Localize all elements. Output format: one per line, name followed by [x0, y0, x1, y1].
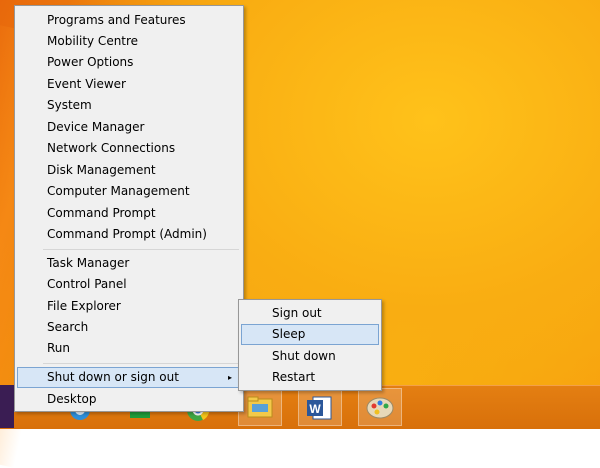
menu-item-system[interactable]: System: [17, 95, 241, 116]
word-icon[interactable]: W: [298, 388, 342, 426]
menu-separator: [43, 249, 239, 250]
windows-start-icon[interactable]: [0, 385, 14, 428]
menu-separator: [43, 363, 239, 364]
menu-item-run[interactable]: Run: [17, 338, 241, 359]
menu-item-task-manager[interactable]: Task Manager: [17, 253, 241, 274]
shut-down-submenu: Sign out Sleep Shut down Restart: [238, 299, 382, 391]
menu-item-file-explorer[interactable]: File Explorer: [17, 296, 241, 317]
submenu-item-restart[interactable]: Restart: [241, 367, 379, 388]
menu-item-shut-down-or-sign-out[interactable]: Shut down or sign out ▸: [17, 367, 241, 388]
menu-item-event-viewer[interactable]: Event Viewer: [17, 74, 241, 95]
submenu-item-shut-down[interactable]: Shut down: [241, 346, 379, 367]
menu-item-command-prompt-admin[interactable]: Command Prompt (Admin): [17, 224, 241, 245]
menu-item-disk-management[interactable]: Disk Management: [17, 160, 241, 181]
submenu-item-sign-out[interactable]: Sign out: [241, 303, 379, 324]
file-explorer-icon[interactable]: [238, 388, 282, 426]
word-letter: W: [309, 402, 321, 416]
paint-icon[interactable]: [358, 388, 402, 426]
menu-item-desktop[interactable]: Desktop: [17, 389, 241, 410]
menu-item-computer-management[interactable]: Computer Management: [17, 181, 241, 202]
winx-context-menu: Programs and Features Mobility Centre Po…: [14, 5, 244, 412]
menu-item-device-manager[interactable]: Device Manager: [17, 117, 241, 138]
menu-item-programs-and-features[interactable]: Programs and Features: [17, 10, 241, 31]
submenu-arrow-icon: ▸: [227, 373, 232, 382]
menu-item-network-connections[interactable]: Network Connections: [17, 138, 241, 159]
menu-item-power-options[interactable]: Power Options: [17, 52, 241, 73]
menu-item-search[interactable]: Search: [17, 317, 241, 338]
menu-item-control-panel[interactable]: Control Panel: [17, 274, 241, 295]
menu-item-mobility-centre[interactable]: Mobility Centre: [17, 31, 241, 52]
menu-item-label: Shut down or sign out: [47, 370, 179, 384]
submenu-item-sleep[interactable]: Sleep: [241, 324, 379, 345]
menu-item-command-prompt[interactable]: Command Prompt: [17, 203, 241, 224]
